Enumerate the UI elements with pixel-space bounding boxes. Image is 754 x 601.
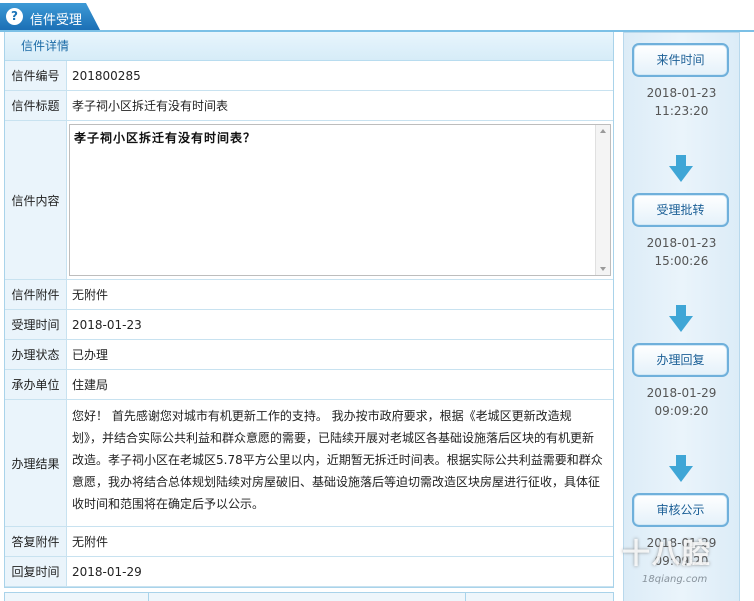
row-value: 孝子祠小区拆迁有没有时间表 (72, 99, 229, 113)
handling-result-text: 您好！ 首先感谢您对城市有机更新工作的支持。 我办按市政府要求，根据《老城区更新… (67, 400, 613, 526)
scroll-up-arrow-icon[interactable] (600, 129, 606, 133)
letter-content-textarea[interactable]: 孝子祠小区拆迁有没有时间表？ (69, 124, 611, 276)
row-reply-time: 回复时间 2018-01-29 (5, 557, 613, 587)
result-line: 划》，并结合实际公共利益和群众意愿的需要，已陆续开展对老城区各基础设施落后区块的… (72, 431, 595, 445)
step-time: 15:00:26 (654, 254, 709, 268)
step-date: 2018-01-23 (646, 236, 717, 250)
step-publish-button[interactable]: 审核公示 (632, 493, 729, 527)
row-label: 信件内容 (5, 121, 67, 279)
watermark-url: 18qiang.com (642, 574, 708, 585)
result-line: 改造。孝子祠小区在老城区5.78平方公里以内，近期暂无拆迁时间表。根据实际公共利… (72, 453, 603, 467)
scroll-down-arrow-icon[interactable] (600, 267, 606, 271)
letter-detail-panel: 信件详情 信件编号 201800285 信件标题 孝子祠小区拆迁有没有时间表 信… (4, 32, 614, 588)
arrow-down-icon (669, 155, 693, 182)
step-date: 2018-01-29 (646, 386, 717, 400)
step-time: 11:23:20 (654, 104, 709, 118)
result-line: 您好！ 首先感谢您对城市有机更新工作的支持。 我办按市政府要求，根据《老城区更新… (72, 409, 572, 423)
result-line: 意愿，我办将结合总体规划陆续对房屋破旧、基础设施落后等迫切需改造区块房屋进行征收… (72, 475, 601, 489)
row-label: 信件附件 (5, 280, 67, 309)
row-letter-number: 信件编号 201800285 (5, 61, 613, 91)
row-value: 2018-01-29 (72, 564, 142, 579)
row-value: 201800285 (72, 68, 141, 83)
tab-label: 信件受理 (30, 13, 83, 28)
arrow-down-icon (669, 455, 693, 482)
row-label: 承办单位 (5, 370, 67, 399)
row-reply-attachment: 答复附件 无附件 (5, 527, 613, 557)
row-value: 无附件 (72, 535, 109, 549)
textarea-scrollbar[interactable] (595, 125, 610, 275)
step-date: 2018-01-23 (646, 86, 717, 100)
question-icon: ? (6, 8, 23, 25)
row-handling-result: 办理结果 您好！ 首先感谢您对城市有机更新工作的支持。 我办按市政府要求，根据《… (5, 400, 613, 527)
step-time: 09:09:20 (654, 404, 709, 418)
step-received-button[interactable]: 来件时间 (632, 43, 729, 77)
row-label: 办理状态 (5, 340, 67, 369)
top-tab-bar: ? 信件受理 (0, 0, 754, 32)
tab-letter-handling[interactable]: ? 信件受理 (0, 3, 100, 30)
step-reply-button[interactable]: 办理回复 (632, 343, 729, 377)
row-label: 回复时间 (5, 557, 67, 586)
row-letter-attachment: 信件附件 无附件 (5, 280, 613, 310)
row-label: 受理时间 (5, 310, 67, 339)
watermark-text: 十八腔 (622, 537, 713, 570)
row-handling-unit: 承办单位 住建局 (5, 370, 613, 400)
progress-timeline: 来件时间 2018-01-23 11:23:20 受理批转 2018-01-23… (623, 32, 740, 601)
row-label: 答复附件 (5, 527, 67, 556)
row-value: 无附件 (72, 288, 109, 302)
row-handling-status: 办理状态 已办理 (5, 340, 613, 370)
row-value: 已办理 (72, 348, 109, 362)
row-label: 信件编号 (5, 61, 67, 90)
row-letter-title: 信件标题 孝子祠小区拆迁有没有时间表 (5, 91, 613, 121)
row-letter-content: 信件内容 孝子祠小区拆迁有没有时间表？ (5, 121, 613, 280)
watermark-logo: 十八腔 18qiang.com (612, 526, 754, 600)
row-label: 办理结果 (5, 400, 67, 526)
row-value: 2018-01-23 (72, 317, 142, 332)
row-label: 信件标题 (5, 91, 67, 120)
step-transfer-button[interactable]: 受理批转 (632, 193, 729, 227)
section-title: 信件详情 (5, 32, 613, 61)
row-accept-time: 受理时间 2018-01-23 (5, 310, 613, 340)
row-value: 住建局 (72, 378, 109, 392)
result-line: 收时间和范围将在确定后予以公示。 (72, 497, 265, 511)
letter-content-text: 孝子祠小区拆迁有没有时间表？ (74, 131, 257, 145)
arrow-down-icon (669, 305, 693, 332)
